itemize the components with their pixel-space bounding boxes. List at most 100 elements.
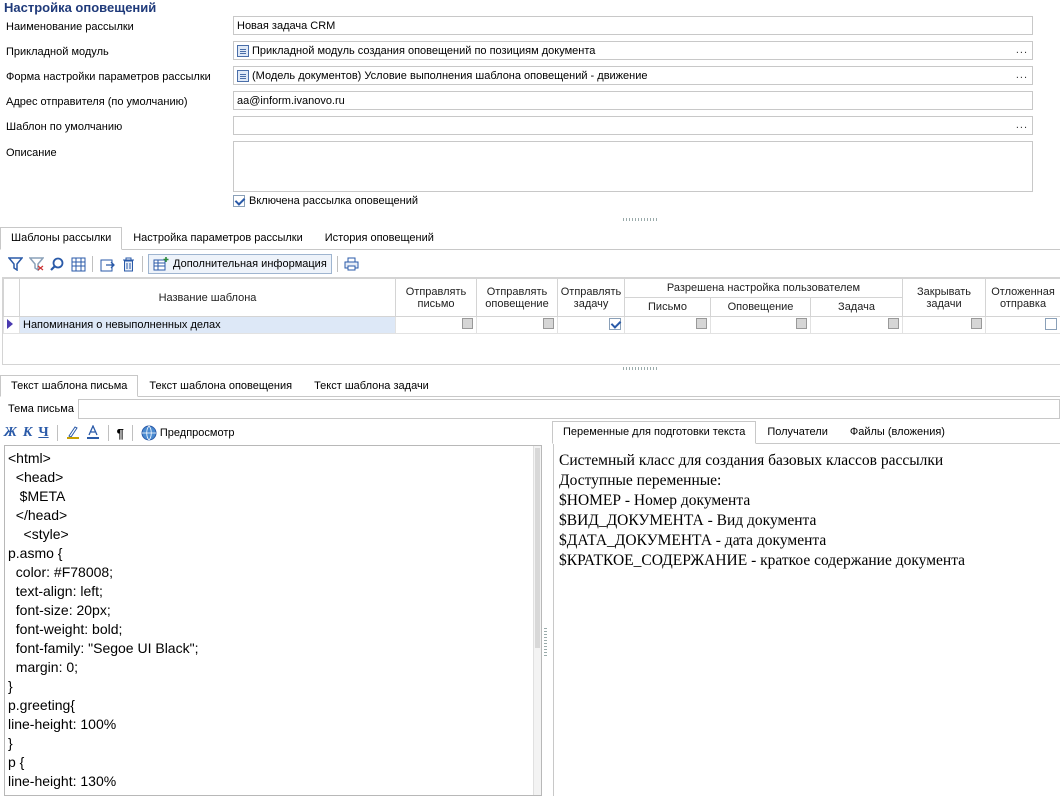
send-task-checkbox[interactable]: [609, 317, 621, 330]
variables-line: $ДАТА_ДОКУМЕНТА - дата документа: [559, 532, 827, 549]
code-line: font-family: "Segoe UI Black";: [8, 640, 199, 656]
export-icon[interactable]: [98, 255, 116, 273]
cell-template-name[interactable]: Напоминания о невыполненных делах: [19, 316, 396, 334]
deferred-checkbox[interactable]: [1045, 317, 1058, 330]
italic-button[interactable]: К: [23, 425, 33, 441]
user-task-checkbox[interactable]: [888, 318, 900, 329]
name-label: Наименование рассылки: [6, 21, 134, 33]
font-color-icon[interactable]: [86, 423, 100, 442]
close-tasks-checkbox[interactable]: [971, 318, 983, 329]
delete-icon[interactable]: [119, 255, 137, 273]
code-line: line-height: 100%: [8, 716, 117, 732]
send-letter-checkbox[interactable]: [462, 318, 473, 329]
description-field[interactable]: [233, 141, 1033, 192]
filter-clear-icon[interactable]: [27, 255, 45, 273]
bold-button[interactable]: Ж: [4, 425, 17, 441]
code-line: margin: 0;: [8, 659, 79, 675]
editor-toolbar: Ж К Ч ¶ Предпросмотр: [4, 423, 235, 442]
send-notice-checkbox[interactable]: [543, 318, 554, 329]
enabled-checkbox[interactable]: [233, 195, 245, 207]
cell-close-tasks[interactable]: [902, 316, 987, 334]
filter-icon[interactable]: [6, 255, 24, 273]
preview-button[interactable]: Предпросмотр: [141, 425, 235, 441]
page-title: Настройка оповещений: [4, 0, 157, 15]
cell-deferred[interactable]: [985, 316, 1060, 334]
form-browse-button[interactable]: ...: [1016, 69, 1028, 81]
col-letter-header[interactable]: Письмо: [624, 297, 711, 317]
tab-history[interactable]: История оповещений: [314, 227, 445, 249]
col-deferred-header[interactable]: Отложенная отправка: [985, 278, 1060, 317]
form-field[interactable]: (Модель документов) Условие выполнения ш…: [233, 66, 1033, 85]
tab-attachments[interactable]: Файлы (вложения): [839, 421, 956, 443]
highlight-icon[interactable]: [66, 425, 80, 442]
module-field-value: Прикладной модуль создания оповещений по…: [252, 44, 596, 57]
toolbar-separator: [56, 425, 58, 441]
tab-templates[interactable]: Шаблоны рассылки: [0, 227, 123, 250]
user-letter-checkbox[interactable]: [696, 318, 707, 329]
splitter-grip[interactable]: [623, 367, 657, 370]
columns-icon[interactable]: [69, 255, 87, 273]
extra-info-button[interactable]: Дополнительная информация: [148, 254, 332, 274]
pilcrow-button[interactable]: ¶: [117, 426, 124, 441]
cell-user-letter[interactable]: [624, 316, 711, 334]
col-name-header[interactable]: Название шаблона: [19, 278, 396, 317]
cell-send-letter[interactable]: [395, 316, 477, 334]
tab-notice-text[interactable]: Текст шаблона оповещения: [138, 375, 303, 396]
code-line: font-size: 20px;: [8, 602, 111, 618]
tab-task-text[interactable]: Текст шаблона задачи: [303, 375, 440, 396]
tab-settings[interactable]: Настройка параметров рассылки: [122, 227, 314, 249]
sender-label: Адрес отправителя (по умолчанию): [6, 96, 188, 108]
template-field[interactable]: ...: [233, 116, 1033, 135]
code-line: line-height: 130%: [8, 773, 117, 789]
splitter-grip[interactable]: [623, 218, 657, 221]
enabled-checkbox-row[interactable]: Включена рассылка оповещений: [233, 195, 418, 207]
variables-panel: Системный класс для создания базовых кла…: [553, 444, 1060, 796]
editor-scrollbar[interactable]: [533, 446, 541, 795]
variables-line: $КРАТКОЕ_СОДЕРЖАНИЕ - краткое содержание…: [559, 552, 966, 569]
subject-label: Тема письма: [8, 403, 74, 415]
sender-field-value: aa@inform.ivanovo.ru: [237, 94, 345, 107]
name-field[interactable]: Новая задача CRM: [233, 16, 1033, 35]
search-icon[interactable]: [48, 255, 66, 273]
template-browse-button[interactable]: ...: [1016, 119, 1028, 131]
subject-input[interactable]: [78, 399, 1060, 419]
variables-line: Системный класс для создания базовых кла…: [559, 452, 944, 469]
table-row[interactable]: Напоминания о невыполненных делах: [3, 316, 1060, 334]
row-pointer-icon: [7, 318, 13, 329]
code-editor[interactable]: <html> <head> $META </head> <style> p.asm…: [4, 445, 542, 796]
underline-button[interactable]: Ч: [38, 425, 48, 441]
code-text[interactable]: <html> <head> $META </head> <style> p.asm…: [5, 446, 541, 794]
cell-user-notice[interactable]: [710, 316, 811, 334]
col-send-task-header[interactable]: Отправлять задачу: [557, 278, 625, 317]
col-notice-header[interactable]: Оповещение: [710, 297, 811, 317]
col-task-header[interactable]: Задача: [809, 297, 904, 317]
col-send-letter-header[interactable]: Отправлять письмо: [395, 278, 477, 317]
vertical-splitter-grip[interactable]: [544, 626, 547, 656]
col-send-notice-header[interactable]: Отправлять оповещение: [476, 278, 558, 317]
code-line: font-weight: bold;: [8, 621, 123, 637]
user-notice-checkbox[interactable]: [796, 318, 807, 329]
sender-field[interactable]: aa@inform.ivanovo.ru: [233, 91, 1033, 110]
col-close-tasks-header[interactable]: Закрывать задачи: [902, 278, 987, 317]
module-field[interactable]: Прикладной модуль создания оповещений по…: [233, 41, 1033, 60]
row-indicator-header: [3, 278, 20, 317]
toolbar-separator: [131, 425, 133, 441]
code-line: p.greeting{: [8, 697, 75, 713]
cell-user-task[interactable]: [809, 316, 904, 334]
preview-label: Предпросмотр: [159, 427, 235, 439]
editor-scrollbar-thumb[interactable]: [535, 448, 540, 648]
variables-line: $ВИД_ДОКУМЕНТА - Вид документа: [559, 512, 817, 529]
printer-icon[interactable]: [343, 255, 361, 273]
tab-letter-text[interactable]: Текст шаблона письма: [0, 375, 139, 397]
module-browse-button[interactable]: ...: [1016, 44, 1028, 56]
tab-recipients[interactable]: Получатели: [756, 421, 839, 443]
tab-variables[interactable]: Переменные для подготовки текста: [552, 421, 757, 444]
description-label: Описание: [6, 147, 57, 159]
module-label: Прикладной модуль: [6, 46, 109, 58]
cell-send-task[interactable]: [557, 316, 625, 334]
form-icon: [237, 69, 249, 82]
cell-send-notice[interactable]: [476, 316, 558, 334]
enabled-checkbox-label: Включена рассылка оповещений: [249, 195, 419, 207]
code-line: p.asmo {: [8, 545, 63, 561]
code-line: p {: [8, 754, 25, 770]
